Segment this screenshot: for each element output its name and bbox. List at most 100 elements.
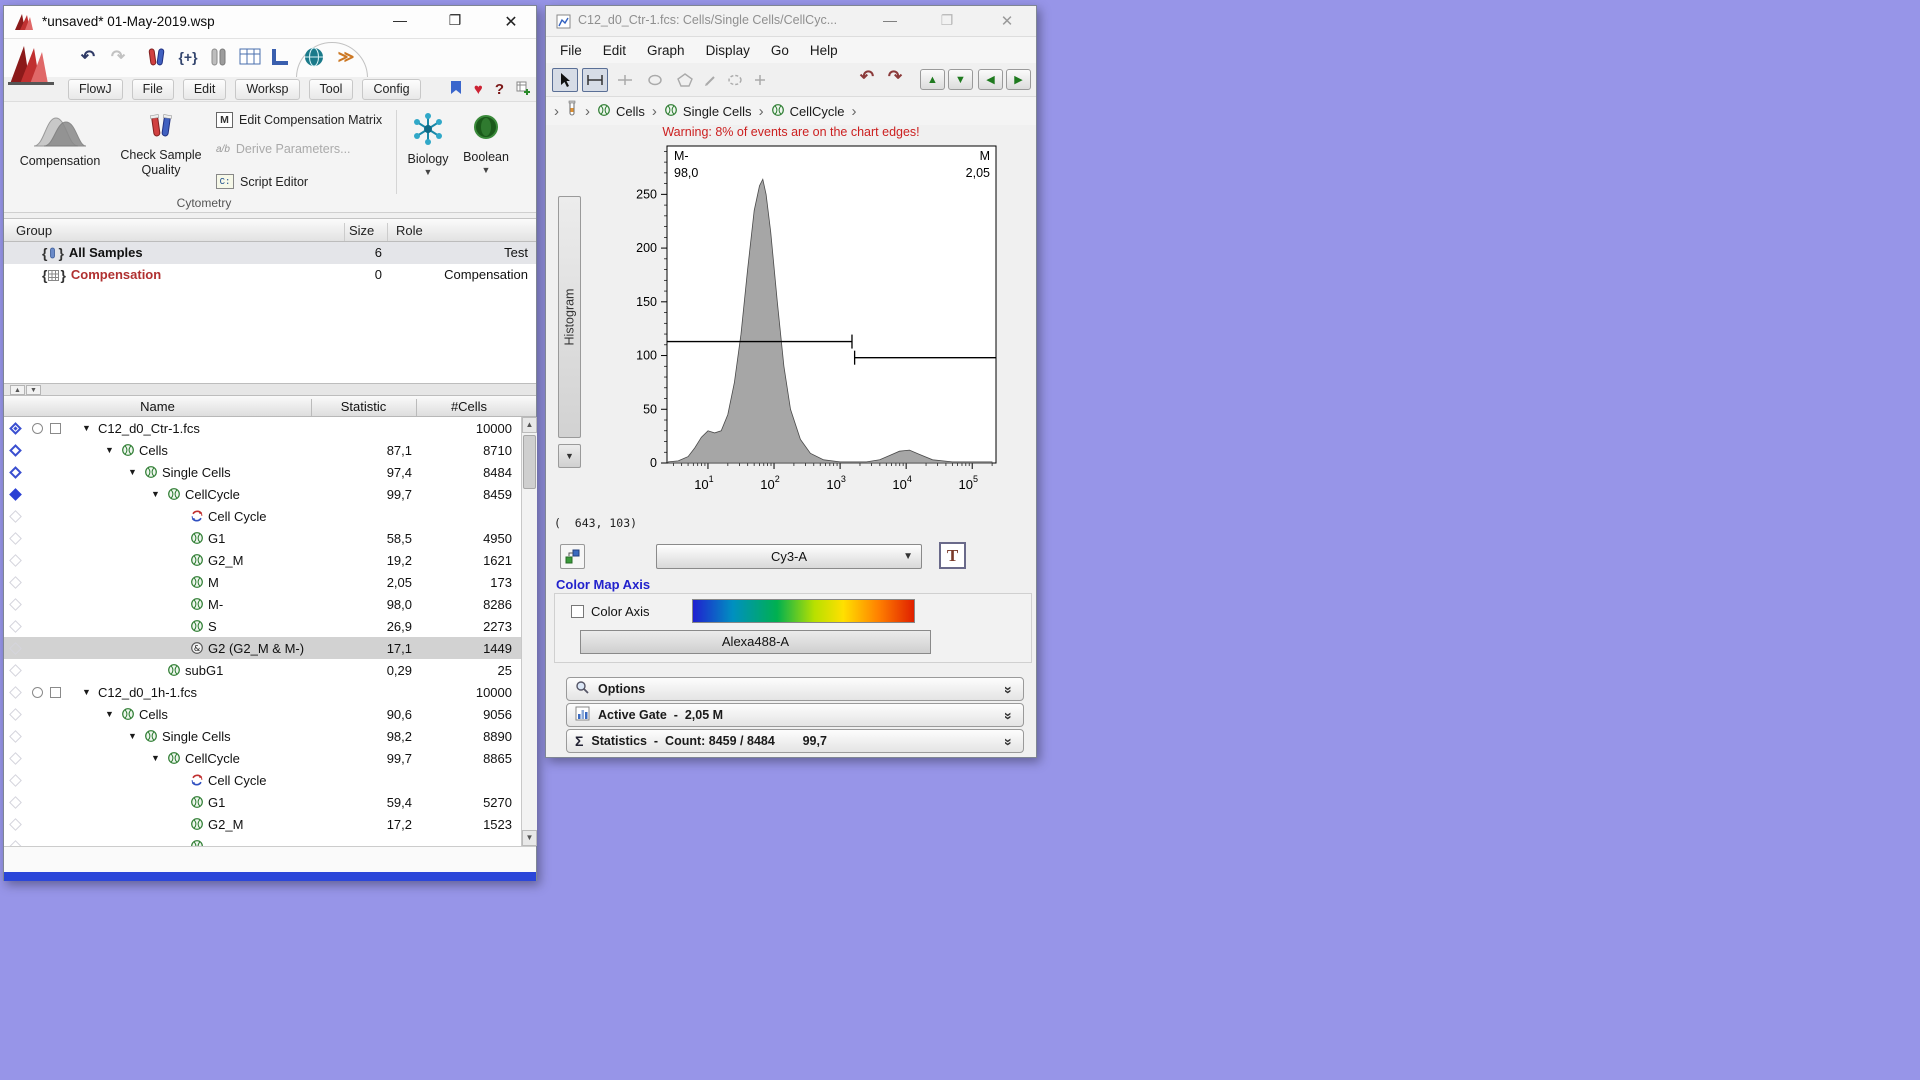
font-button[interactable]: T	[939, 542, 966, 569]
histogram-plot[interactable]: 050100150200250101102103104105M-98,0M2,0…	[546, 144, 1038, 506]
diamond-indicator-icon[interactable]	[9, 774, 22, 787]
tree-row[interactable]: ▼CellCycle99,78459	[4, 483, 521, 505]
auto-gate-tool[interactable]	[722, 68, 748, 92]
tree-row[interactable]: Cell Cycle	[4, 769, 521, 791]
menu-help[interactable]: Help	[810, 43, 838, 58]
menu-graph[interactable]: Graph	[647, 43, 685, 58]
edit-compensation-matrix-button[interactable]: M Edit Compensation Matrix	[216, 112, 382, 128]
biology-dropdown[interactable]: Biology ▼	[402, 112, 454, 177]
breadcrumb-item[interactable]: CellCycle	[771, 103, 845, 120]
diamond-indicator-icon[interactable]	[9, 620, 22, 633]
navigate-up-button[interactable]: ▲	[920, 69, 945, 90]
diamond-indicator-icon[interactable]	[9, 488, 22, 501]
tree-row[interactable]: ▼CellCycle99,78865	[4, 747, 521, 769]
menu-go[interactable]: Go	[771, 43, 789, 58]
menu-file[interactable]: File	[560, 43, 582, 58]
tree-row[interactable]: ▼Cells90,69056	[4, 703, 521, 725]
row-lead-icons[interactable]	[4, 600, 82, 609]
expander-icon[interactable]: ▼	[128, 467, 144, 477]
menu-edit[interactable]: Edit	[603, 43, 626, 58]
layout-editor-icon[interactable]	[266, 43, 294, 71]
y-axis-selector[interactable]: Histogram	[558, 196, 581, 438]
tree-row[interactable]: M2,05173	[4, 571, 521, 593]
scroll-up-button[interactable]: ▲	[522, 417, 537, 433]
ribbon-tab-edit[interactable]: Edit	[183, 79, 227, 100]
row-lead-icons[interactable]	[4, 534, 82, 543]
navigate-forward-button[interactable]: ▶	[1006, 69, 1031, 90]
row-lead-icons[interactable]	[4, 754, 82, 763]
row-lead-icons[interactable]	[4, 490, 82, 499]
script-editor-button[interactable]: C: Script Editor	[216, 174, 308, 189]
group-row[interactable]: {}Compensation0Compensation	[4, 264, 536, 286]
tree-row[interactable]: &G2 (G2_M & M-)17,11449	[4, 637, 521, 659]
boolean-dropdown[interactable]: Boolean ▼	[456, 112, 516, 175]
tree-row[interactable]: ▼C12_d0_1h-1.fcs10000	[4, 681, 521, 703]
ellipse-gate-tool[interactable]	[642, 68, 668, 92]
diamond-indicator-icon[interactable]	[9, 444, 22, 457]
diamond-indicator-icon[interactable]	[9, 466, 22, 479]
maximize-button[interactable]: ❐	[444, 12, 466, 29]
options-panel[interactable]: Options »	[566, 677, 1024, 701]
tree-row[interactable]: G2_M19,21621	[4, 549, 521, 571]
expander-icon[interactable]: ▼	[105, 709, 121, 719]
diamond-indicator-icon[interactable]	[9, 686, 22, 699]
histogram-chart[interactable]: 050100150200250101102103104105M-98,0M2,0…	[546, 144, 1038, 506]
y-axis-selector-arrow[interactable]: ▼	[558, 444, 581, 468]
row-lead-icons[interactable]	[4, 820, 82, 829]
sample-circle-icon[interactable]	[32, 423, 43, 434]
scrollbar-thumb[interactable]	[523, 435, 536, 489]
row-lead-icons[interactable]	[4, 622, 82, 631]
help-icon[interactable]: ?	[495, 81, 504, 98]
web-icon[interactable]	[300, 43, 328, 71]
range-gate-tool[interactable]	[582, 68, 608, 92]
tree-row[interactable]: G158,54950	[4, 527, 521, 549]
group-row[interactable]: {}All Samples6Test	[4, 242, 536, 264]
tree-row[interactable]: ▼C12_d0_Ctr-1.fcs10000	[4, 417, 521, 439]
row-lead-icons[interactable]	[4, 644, 82, 653]
diamond-indicator-icon[interactable]	[9, 796, 22, 809]
menu-display[interactable]: Display	[706, 43, 750, 58]
expand-chevron-icon[interactable]: »	[1001, 738, 1017, 746]
row-lead-icons[interactable]	[4, 687, 82, 698]
color-parameter-button[interactable]: Alexa488-A	[580, 630, 931, 654]
select-tool[interactable]	[552, 68, 578, 92]
splitter-up-button[interactable]: ▲	[10, 385, 25, 395]
graph-undo-button[interactable]: ↶	[854, 67, 880, 91]
row-lead-icons[interactable]	[4, 710, 82, 719]
expander-icon[interactable]: ▼	[105, 445, 121, 455]
splitter-down-button[interactable]: ▼	[26, 385, 41, 395]
group-table-header[interactable]: Group Size Role	[4, 218, 536, 242]
expander-icon[interactable]: ▼	[128, 731, 144, 741]
sample-flask-icon[interactable]	[566, 100, 578, 122]
sample-circle-icon[interactable]	[32, 687, 43, 698]
sample-square-icon[interactable]	[50, 687, 61, 698]
row-lead-icons[interactable]	[4, 666, 82, 675]
tree-row[interactable]: ▼Single Cells97,48484	[4, 461, 521, 483]
expand-chevron-icon[interactable]: »	[1001, 712, 1017, 720]
breadcrumb-item[interactable]: Single Cells	[664, 103, 752, 120]
expander-icon[interactable]: ▼	[151, 489, 167, 499]
diamond-indicator-icon[interactable]	[9, 576, 22, 589]
navigate-back-button[interactable]: ◀	[978, 69, 1003, 90]
check-sample-quality-button[interactable]: Check SampleQuality	[114, 112, 208, 178]
diamond-indicator-icon[interactable]	[9, 532, 22, 545]
quad-gate-tool[interactable]	[747, 68, 773, 92]
pencil-gate-tool[interactable]	[697, 68, 723, 92]
flowjo-logo[interactable]	[8, 42, 56, 86]
diamond-indicator-icon[interactable]	[9, 818, 22, 831]
diamond-indicator-icon[interactable]	[9, 642, 22, 655]
expander-icon[interactable]: ▼	[82, 687, 98, 697]
add-group-icon[interactable]: {+}	[174, 43, 202, 71]
diamond-indicator-icon[interactable]	[9, 598, 22, 611]
active-gate-panel[interactable]: Active Gate - 2,05 M »	[566, 703, 1024, 727]
tree-row[interactable]: subG10,2925	[4, 659, 521, 681]
sample-tree-header[interactable]: Name Statistic #Cells	[4, 396, 536, 417]
tree-row[interactable]: G159,45270	[4, 791, 521, 813]
expand-chevron-icon[interactable]: »	[1001, 686, 1017, 694]
expander-icon[interactable]: ▼	[151, 753, 167, 763]
scroll-down-button[interactable]: ▼	[522, 830, 537, 846]
add-samples-icon[interactable]	[142, 43, 170, 71]
close-button[interactable]: ✕	[500, 12, 522, 32]
ribbon-tab-config[interactable]: Config	[362, 79, 420, 100]
color-axis-checkbox[interactable]	[571, 605, 584, 618]
